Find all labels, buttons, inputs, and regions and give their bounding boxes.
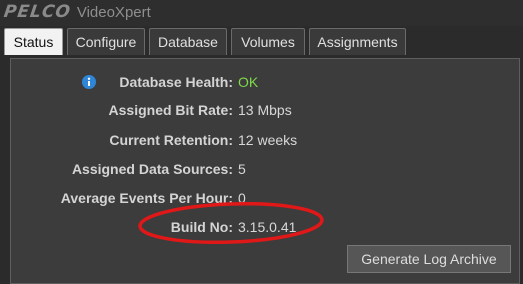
build-no-label: Build No: bbox=[170, 219, 233, 235]
tab-database[interactable]: Database bbox=[149, 28, 227, 55]
tab-assignments[interactable]: Assignments bbox=[309, 28, 406, 55]
tab-status[interactable]: Status bbox=[4, 28, 63, 55]
assigned-bit-rate-value: 13 Mbps bbox=[238, 102, 292, 118]
row-assigned-data-sources: Assigned Data Sources: 5 bbox=[11, 159, 521, 179]
row-assigned-bit-rate: Assigned Bit Rate: 13 Mbps bbox=[11, 100, 521, 120]
build-no-value: 3.15.0.41 bbox=[238, 219, 297, 235]
info-icon bbox=[82, 75, 96, 89]
current-retention-label: Current Retention: bbox=[109, 132, 233, 148]
average-events-per-hour-label: Average Events Per Hour: bbox=[60, 190, 233, 206]
title-bar: PELCO VideoXpert bbox=[0, 0, 523, 26]
current-retention-value: 12 weeks bbox=[238, 132, 298, 148]
row-build-no: Build No: 3.15.0.41 bbox=[11, 217, 521, 237]
row-database-health: Database Health: OK bbox=[11, 72, 521, 92]
tab-configure[interactable]: Configure bbox=[67, 28, 145, 55]
row-average-events-per-hour: Average Events Per Hour: 0 bbox=[11, 188, 521, 208]
assigned-bit-rate-label: Assigned Bit Rate: bbox=[108, 102, 233, 118]
database-health-label: Database Health: bbox=[119, 74, 233, 90]
database-health-value: OK bbox=[238, 74, 259, 90]
row-current-retention: Current Retention: 12 weeks bbox=[11, 130, 521, 150]
app-name: VideoXpert bbox=[76, 3, 151, 21]
brand-logo-text: PELCO bbox=[2, 2, 73, 22]
assigned-data-sources-label: Assigned Data Sources: bbox=[71, 161, 233, 177]
app-logo: PELCO VideoXpert bbox=[2, 2, 151, 22]
tab-volumes[interactable]: Volumes bbox=[231, 28, 305, 55]
average-events-per-hour-value: 0 bbox=[238, 190, 246, 206]
assigned-data-sources-value: 5 bbox=[238, 161, 246, 177]
generate-log-archive-button[interactable]: Generate Log Archive bbox=[347, 245, 511, 273]
